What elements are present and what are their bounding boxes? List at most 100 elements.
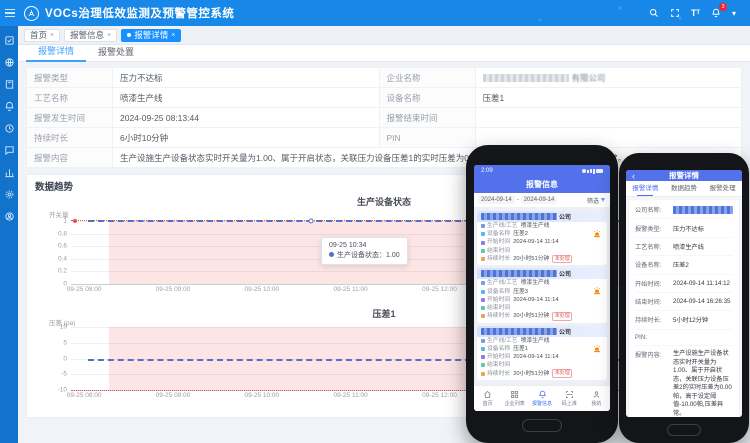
y-tick: 10 [60,324,67,331]
tooltip-time: 09-25 10:34 [329,241,400,251]
bell-icon [538,390,547,399]
phone-home-button[interactable] [522,419,562,432]
alarm-card-list: 公司 生产线/工艺喷漆生产线 设备名称压差2 开始时间2024-09-14 11… [474,208,610,385]
field-row: 开始时间:2024-09-14 11:14:12 [635,275,733,293]
nav-scan-code[interactable]: 码上淮 [556,386,583,411]
tag-label: 报警详情 [134,29,168,41]
company-suffix: 公司 [559,327,571,336]
fullscreen-icon[interactable] [670,8,680,18]
card-header: 公司 [477,268,607,279]
tab-alarm-detail[interactable]: 报警详情 [626,181,665,196]
caret-down-icon[interactable]: ▾ [732,9,736,18]
font-size-icon[interactable]: TT [691,9,700,18]
card-header: 公司 [477,211,607,222]
y-tick: 5 [63,339,67,346]
card-row: 生产线/工艺喷漆生产线 [477,337,607,345]
x-tick: 09-25 11:00 [334,286,368,293]
nav-company-list[interactable]: 企业列表 [501,386,528,411]
sidebar-item-bar-chart-icon[interactable] [4,165,15,176]
phone-home-button[interactable] [667,424,701,436]
sidebar-item-message-icon[interactable] [4,143,15,154]
x-tick: 09-25 11:00 [334,392,368,399]
field-row: 持续时长:5小时12分钟 [635,311,733,329]
home-icon [483,390,492,399]
detail-tabs: 报警详情 数据趋势 报警处理 [626,181,742,197]
sidebar-item-globe-icon[interactable] [4,55,15,66]
start-time-value: 2024-09-25 08:13:44 [113,108,380,128]
screenshot-stage: VOCs治理低效监测及预警管控系统 TT 3 ▾ [0,0,750,443]
tag-home[interactable]: 首页 × [24,29,60,42]
detail-body: 公司名称: 报警类型:压力不达标 工艺名称:喷漆生产线 设备名称:压差2 开始时… [626,197,742,417]
series-dot [329,252,334,257]
nav-home[interactable]: 首页 [474,386,501,411]
tag-alarm-detail[interactable]: 报警详情 × [121,29,181,42]
active-dot [127,33,131,37]
date-separator: - [517,197,519,203]
sidebar-item-book-icon[interactable] [4,77,15,88]
nav-alarm-info[interactable]: 报警信息 [528,386,555,411]
tab-data-trend[interactable]: 数据趋势 [665,181,704,196]
redacted-company-name [481,213,557,220]
tab-alarm-handle[interactable]: 报警处理 [703,181,742,196]
card-row: 开始时间2024-09-14 11:14 [477,353,607,361]
bottom-nav: 首页 企业列表 报警信息 码上淮 我的 [474,385,610,411]
page-header: ‹ 报警详情 [626,170,742,181]
tab-alarm-detail[interactable]: 报警详情 [26,44,86,62]
x-tick: 09-25 08:00 [67,286,102,293]
company-suffix: 有限公司 [572,73,606,83]
sidebar-item-check-square-icon[interactable] [4,33,15,44]
table-row: 工艺名称 喷漆生产线 设备名称 压差1 [27,88,742,108]
tab-alarm-handle[interactable]: 报警处置 [86,45,146,61]
filter-button[interactable]: 筛选 [587,196,606,205]
card-row: 设备名称压差2 [477,230,607,238]
close-icon[interactable]: × [50,32,54,39]
field-label: 报警结束时间 [379,108,475,128]
phone-alarm-list: 2:09 报警信息 2024-09-14 - 2024-09-14 筛选 公司 … [466,145,618,443]
search-icon[interactable] [649,8,659,18]
x-tick: 09-25 08:00 [67,392,102,399]
close-icon[interactable]: × [171,32,175,39]
sidebar-item-user-icon[interactable] [4,209,15,220]
x-tick: 09-25 10:00 [244,392,279,399]
funnel-icon [600,197,606,203]
tag-alarm-info[interactable]: 报警信息 × [64,29,117,42]
phone-screen: ‹ 报警详情 报警详情 数据趋势 报警处理 公司名称: 报警类型:压力不达标 工… [626,170,742,417]
status-badge: 未处理 [552,369,572,378]
card-row: 生产线/工艺喷漆生产线 [477,222,607,230]
bell-icon[interactable]: 3 [711,8,721,18]
card-row: 生产线/工艺喷漆生产线 [477,279,607,287]
sidebar-item-bell-icon[interactable] [4,99,15,110]
tag-label: 报警信息 [70,29,104,41]
page-title: 报警信息 [474,177,610,193]
field-row: 工艺名称:喷漆生产线 [635,238,733,256]
y-tick: -5 [61,371,67,378]
field-row: 报警内容:生产设施生产设备状态实时开关量为1.00、属于开启状态，关联压力设备压… [635,346,733,417]
sidebar-item-clock-icon[interactable] [4,121,15,132]
status-icons [582,169,604,174]
company-suffix: 公司 [559,212,571,221]
alarm-card[interactable]: 公司 生产线/工艺喷漆生产线 设备名称压差2 开始时间2024-09-14 11… [477,211,607,265]
alarm-card[interactable]: 公司 生产线/工艺喷漆生产线 设备名称压差3 开始时间2024-09-14 11… [477,268,607,322]
siren-icon [592,283,602,301]
process-value: 喷漆生产线 [113,88,380,108]
detail-card: 公司名称: 报警类型:压力不达标 工艺名称:喷漆生产线 设备名称:压差2 开始时… [629,200,739,417]
field-row: 报警类型:压力不达标 [635,219,733,237]
field-label: 持续时长 [27,128,113,148]
back-icon[interactable]: ‹ [632,171,635,181]
page-title: 报警详情 [669,170,699,181]
alarm-card[interactable]: 公司 生产线/工艺喷漆生产线 设备名称压差1 开始时间2024-09-14 11… [477,326,607,380]
company-suffix: 公司 [559,269,571,278]
phone-screen: 2:09 报警信息 2024-09-14 - 2024-09-14 筛选 公司 … [474,165,610,411]
header-actions: TT 3 ▾ [649,8,750,18]
nav-profile[interactable]: 我的 [583,386,610,411]
card-row: 开始时间2024-09-14 11:14 [477,296,607,304]
collapse-menu-icon[interactable] [5,9,15,18]
alarm-content-value: 生产设施生产设备状态实时开关量为1.00、属于开启状态，关联压力设备压差2的实时… [673,350,733,417]
date-to-picker[interactable]: 2024-09-14 [521,196,558,204]
card-row: 结束时间 [477,247,607,255]
close-icon[interactable]: × [107,32,111,39]
tooltip-value: 生产设备状态：1.00 [329,251,400,261]
card-row: 持续时长20小时51分钟未处理 [477,255,607,264]
sidebar-item-gear-icon[interactable] [4,187,15,198]
date-from-picker[interactable]: 2024-09-14 [478,196,515,204]
